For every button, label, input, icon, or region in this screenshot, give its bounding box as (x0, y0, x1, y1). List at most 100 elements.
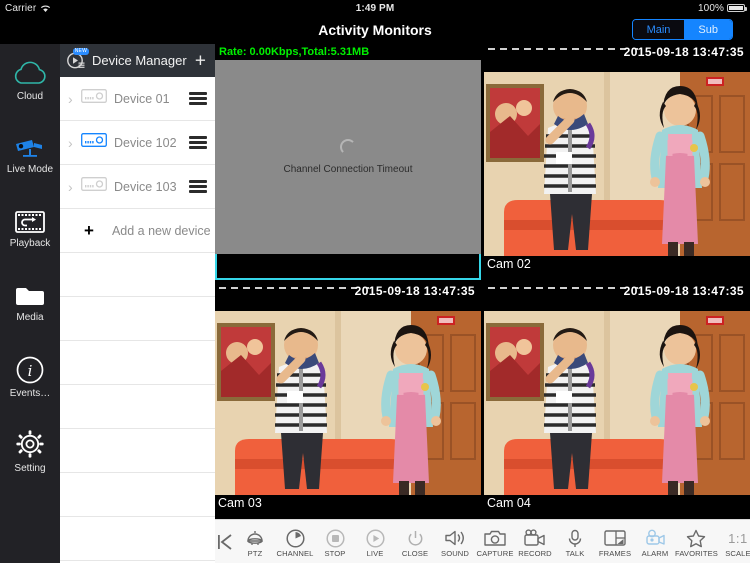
toolbar-button-ptz[interactable]: PTZ (235, 528, 275, 558)
video-cell-2[interactable]: 2015-09-18 13:47:35 Cam 02 (484, 44, 750, 280)
toolbar-button-capture[interactable]: CAPTURE (475, 528, 515, 558)
video-frame (484, 44, 750, 280)
toolbar-items: PTZ CHANNEL STOP LIVE CLOSE SOUND CAPTUR… (235, 525, 750, 558)
chevron-right-icon[interactable]: › (68, 135, 79, 151)
power-icon (406, 528, 425, 548)
device-status-icon (81, 89, 107, 108)
battery-percent: 100% (698, 2, 724, 14)
toolbar-button-favorites[interactable]: FAVORITES (675, 528, 718, 558)
playback-icon (15, 210, 45, 233)
ptz-icon (245, 528, 265, 548)
device-status-icon (81, 177, 107, 196)
toolbar-label-capture: CAPTURE (476, 549, 514, 558)
microphone-icon (567, 528, 583, 548)
battery-icon (727, 4, 747, 12)
page-title: Activity Monitors (318, 22, 432, 38)
toolbar-label-frames: FRAMES (598, 549, 632, 558)
video-timestamp: 2015-09-18 13:47:35 (354, 284, 475, 298)
back-to-start-icon (218, 533, 232, 550)
cloud-icon (14, 61, 46, 84)
device-row-1[interactable]: › Device 01 (60, 77, 215, 121)
device-name: Device 102 (114, 135, 177, 150)
toolbar-label-alarm: ALARM (641, 549, 669, 558)
camera-label: Cam 04 (487, 496, 531, 510)
toolbar-button-alarm[interactable]: ALARM (635, 528, 675, 558)
toolbar-button-frames[interactable]: FRAMES (595, 528, 635, 558)
nav-bar: Activity Monitors Main Sub (0, 16, 750, 44)
overlay-dash-line (488, 287, 638, 289)
chevron-right-icon[interactable]: › (68, 179, 79, 195)
device-manager-badge: NEW (72, 48, 89, 55)
toolbar-label-favorites: FAVORITES (675, 549, 718, 558)
camera-label: Cam 03 (218, 496, 262, 510)
plus-icon[interactable]: + (195, 51, 206, 70)
hamburger-icon[interactable] (189, 136, 207, 149)
timeout-placeholder: Channel Connection Timeout (215, 60, 481, 254)
add-device-row[interactable]: + Add a new device (60, 209, 215, 253)
toolbar-button-talk[interactable]: TALK (555, 528, 595, 558)
device-row-3[interactable]: › Device 103 (60, 165, 215, 209)
sidebar-label-setting: Setting (14, 462, 46, 474)
toolbar-button-close[interactable]: CLOSE (395, 528, 435, 558)
sidebar-item-media[interactable]: Media (0, 266, 60, 340)
chevron-right-icon[interactable]: › (68, 91, 79, 107)
gear-icon (16, 429, 44, 458)
device-name: Device 01 (114, 91, 170, 106)
device-name: Device 103 (114, 179, 177, 194)
back-to-start-button[interactable] (215, 532, 235, 552)
sidebar-item-playback[interactable]: Playback (0, 192, 60, 266)
channel-icon (285, 528, 305, 548)
toolbar-button-channel[interactable]: CHANNEL (275, 528, 315, 558)
sidebar-item-events[interactable]: i Events… (0, 340, 60, 414)
toolbar-label-ptz: PTZ (247, 549, 263, 558)
video-icon (524, 528, 546, 548)
list-item (60, 341, 215, 385)
video-cell-1[interactable]: Rate: 0.00Kbps,Total:5.31MB Channel Conn… (215, 44, 481, 280)
plus-icon: + (84, 221, 94, 240)
toolbar-button-sound[interactable]: SOUND (435, 528, 475, 558)
stream-toggle-sub[interactable]: Sub (684, 20, 732, 39)
loading-spinner-icon (340, 139, 356, 155)
stop-icon (325, 528, 345, 548)
sidebar-label-events: Events… (9, 387, 51, 399)
camera-label: Cam 02 (487, 257, 531, 271)
device-row-2[interactable]: › Device 102 (60, 121, 215, 165)
hamburger-icon[interactable] (189, 92, 207, 105)
camera-icon (16, 139, 42, 157)
toolbar-button-scale[interactable]: 1:1 SCALE (718, 528, 750, 559)
sidebar-item-cloud[interactable]: Cloud (0, 44, 60, 118)
frames-icon (604, 528, 626, 548)
toolbar-button-live[interactable]: LIVE (355, 528, 395, 558)
sidebar-item-live-mode[interactable]: Live Mode (0, 118, 60, 192)
list-item (60, 385, 215, 429)
stream-rate-label: Rate: 0.00Kbps,Total:5.31MB (215, 44, 481, 60)
sidebar-label-cloud: Cloud (16, 90, 44, 102)
toolbar-button-stop[interactable]: STOP (315, 528, 355, 558)
toolbar-label-talk: TALK (565, 549, 585, 558)
toolbar-label-close: CLOSE (401, 549, 429, 558)
overlay-dash-line (488, 48, 638, 50)
hamburger-icon[interactable] (189, 180, 207, 193)
sound-icon (444, 528, 466, 548)
toolbar-label-sound: SOUND (441, 549, 469, 558)
toolbar-label-record: RECORD (518, 549, 552, 558)
video-cell-4[interactable]: 2015-09-18 13:47:35 Cam 04 (484, 283, 750, 519)
stream-toggle-main[interactable]: Main (632, 20, 685, 39)
video-cell-3[interactable]: 2015-09-18 13:47:35 Cam 03 (215, 283, 481, 519)
scale-icon: 1:1 (728, 528, 748, 548)
device-status-icon (81, 133, 107, 152)
status-bar: Carrier 1:49 PM 100% (0, 0, 750, 16)
list-item (60, 473, 215, 517)
sidebar-nav: Cloud Live Mode Playback Media i Events…… (0, 44, 60, 563)
toolbar-button-record[interactable]: RECORD (515, 528, 555, 558)
sidebar-label-live-mode: Live Mode (6, 163, 54, 175)
stream-toggle[interactable]: Main Sub (631, 19, 733, 40)
device-manager-title: Device Manager (92, 53, 187, 68)
toolbar-label-stop: STOP (324, 549, 346, 558)
status-time: 1:49 PM (355, 2, 395, 14)
list-item (60, 297, 215, 341)
sidebar-label-media: Media (16, 311, 44, 323)
video-timestamp: 2015-09-18 13:47:35 (623, 284, 744, 298)
sidebar-item-setting[interactable]: Setting (0, 414, 60, 488)
overlay-dash-line (219, 287, 369, 289)
